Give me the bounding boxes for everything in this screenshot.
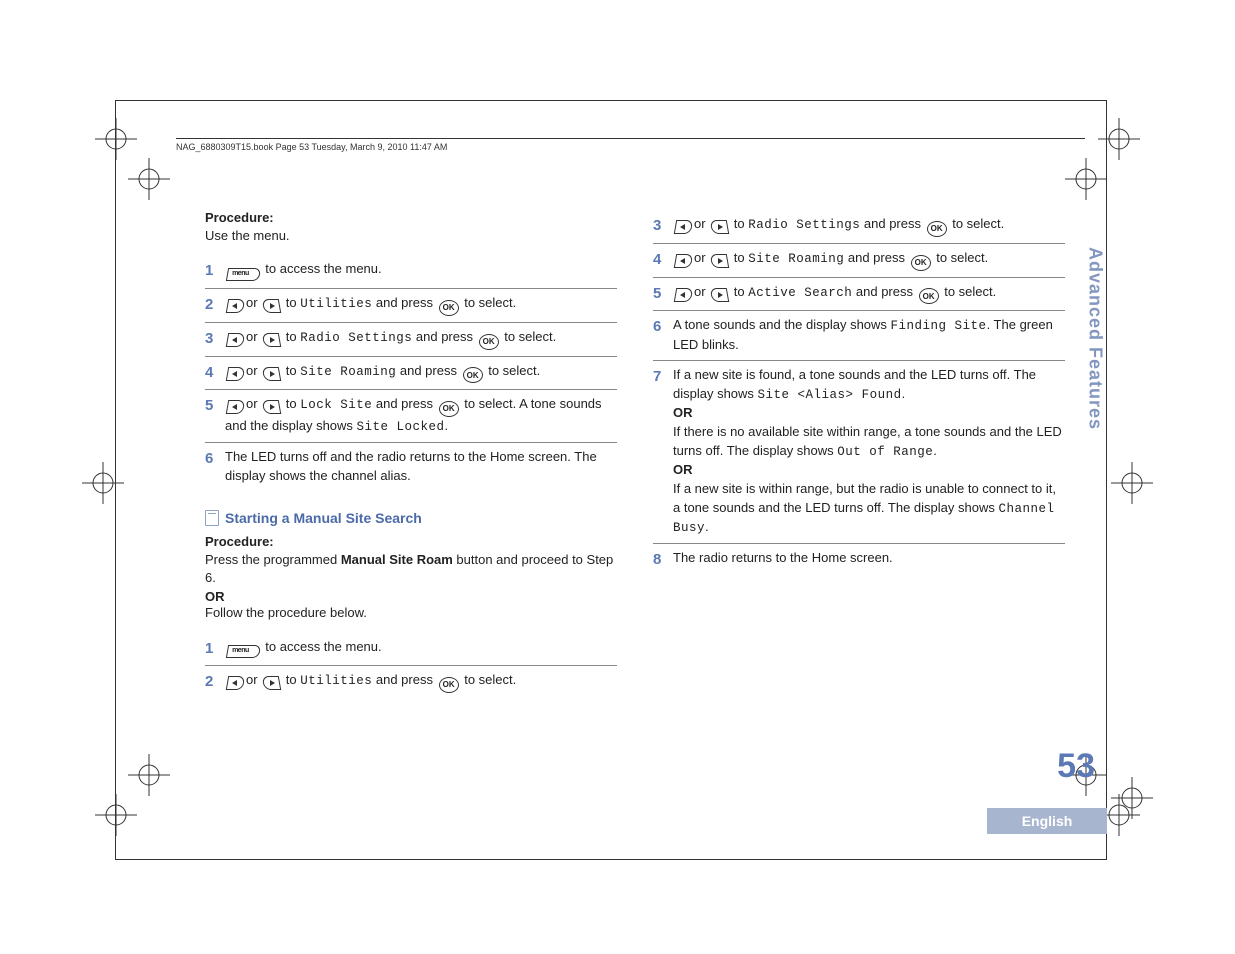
left-nav-button-icon xyxy=(674,288,693,302)
step-item: 1menu to access the menu. xyxy=(205,255,617,289)
procedure-2-line1: Press the programmed Manual Site Roam bu… xyxy=(205,551,617,587)
step-body: The radio returns to the Home screen. xyxy=(673,549,1065,568)
right-nav-button-icon xyxy=(262,333,281,347)
step-number: 2 xyxy=(205,294,225,316)
crop-mark-icon xyxy=(128,158,170,200)
step-item: 4or to Site Roaming and press OK to sele… xyxy=(653,244,1065,278)
step-item: 1menu to access the menu. xyxy=(205,633,617,667)
step-item: 6The LED turns off and the radio returns… xyxy=(205,443,617,492)
left-nav-button-icon xyxy=(226,400,245,414)
content-columns: Procedure: Use the menu. 1menu to access… xyxy=(205,210,1065,699)
procedure-intro: Use the menu. xyxy=(205,227,617,245)
crop-mark-icon xyxy=(1098,118,1140,160)
header-text: NAG_6880309T15.book Page 53 Tuesday, Mar… xyxy=(176,142,447,152)
step-body: or to Utilities and press OK to select. xyxy=(225,294,617,316)
step-body: or to Site Roaming and press OK to selec… xyxy=(225,362,617,384)
ok-button-icon: OK xyxy=(439,401,459,417)
crop-mark-icon xyxy=(82,462,124,504)
step-body: or to Radio Settings and press OK to sel… xyxy=(225,328,617,350)
or-separator: OR xyxy=(205,589,617,604)
step-number: 4 xyxy=(205,362,225,384)
step-number: 5 xyxy=(205,395,225,417)
document-icon xyxy=(205,510,219,526)
step-number: 6 xyxy=(205,448,225,470)
procedure-heading: Procedure: xyxy=(205,210,617,225)
step-number: 5 xyxy=(653,283,673,305)
step-number: 3 xyxy=(205,328,225,350)
procedure-2-line2: Follow the procedure below. xyxy=(205,604,617,622)
right-nav-button-icon xyxy=(262,400,281,414)
step-body: or to Utilities and press OK to select. xyxy=(225,671,617,693)
left-nav-button-icon xyxy=(226,333,245,347)
step-number: 7 xyxy=(653,366,673,388)
step-body: or to Lock Site and press OK to select. … xyxy=(225,395,617,436)
left-column: Procedure: Use the menu. 1menu to access… xyxy=(205,210,617,699)
step-number: 3 xyxy=(653,215,673,237)
step-number: 2 xyxy=(205,671,225,693)
step-number: 1 xyxy=(205,638,225,660)
step-item: 5or to Lock Site and press OK to select.… xyxy=(205,390,617,443)
step-item: 2or to Utilities and press OK to select. xyxy=(205,666,617,699)
step-body: or to Site Roaming and press OK to selec… xyxy=(673,249,1065,271)
step-number: 1 xyxy=(205,260,225,282)
step-body: A tone sounds and the display shows Find… xyxy=(673,316,1065,354)
step-item: 6A tone sounds and the display shows Fin… xyxy=(653,311,1065,361)
page-number: 53 xyxy=(1057,747,1095,786)
right-nav-button-icon xyxy=(710,254,729,268)
ok-button-icon: OK xyxy=(463,367,483,383)
left-nav-button-icon xyxy=(226,367,245,381)
ok-button-icon: OK xyxy=(479,334,499,350)
crop-mark-icon xyxy=(1111,462,1153,504)
step-body: or to Radio Settings and press OK to sel… xyxy=(673,215,1065,237)
step-item: 8The radio returns to the Home screen. xyxy=(653,544,1065,577)
ok-button-icon: OK xyxy=(911,255,931,271)
step-body: or to Active Search and press OK to sele… xyxy=(673,283,1065,305)
left-nav-button-icon xyxy=(674,254,693,268)
crop-mark-icon xyxy=(1065,158,1107,200)
crop-mark-icon xyxy=(95,118,137,160)
section-tab: Advanced Features xyxy=(1083,247,1107,483)
step-item: 5or to Active Search and press OK to sel… xyxy=(653,278,1065,312)
right-column: 3or to Radio Settings and press OK to se… xyxy=(653,210,1065,699)
ok-button-icon: OK xyxy=(439,677,459,693)
step-list-2: 1menu to access the menu.2or to Utilitie… xyxy=(205,633,617,700)
step-body: The LED turns off and the radio returns … xyxy=(225,448,617,486)
ok-button-icon: OK xyxy=(919,288,939,304)
crop-mark-icon xyxy=(128,754,170,796)
header-rule xyxy=(176,138,1085,139)
ok-button-icon: OK xyxy=(927,221,947,237)
language-label: English xyxy=(987,808,1107,834)
step-number: 6 xyxy=(653,316,673,338)
right-nav-button-icon xyxy=(262,299,281,313)
right-nav-button-icon xyxy=(262,676,281,690)
step-item: 7If a new site is found, a tone sounds a… xyxy=(653,361,1065,544)
step-item: 3or to Radio Settings and press OK to se… xyxy=(205,323,617,357)
step-body: menu to access the menu. xyxy=(225,638,617,659)
left-nav-button-icon xyxy=(226,299,245,313)
ok-button-icon: OK xyxy=(439,300,459,316)
right-nav-button-icon xyxy=(710,288,729,302)
step-list-1: 1menu to access the menu.2or to Utilitie… xyxy=(205,255,617,492)
crop-mark-icon xyxy=(1111,777,1153,819)
procedure-heading-2: Procedure: xyxy=(205,534,617,549)
step-body: menu to access the menu. xyxy=(225,260,617,281)
menu-button-icon: menu xyxy=(226,268,261,281)
step-item: 4or to Site Roaming and press OK to sele… xyxy=(205,357,617,391)
step-body: If a new site is found, a tone sounds an… xyxy=(673,366,1065,537)
step-number: 8 xyxy=(653,549,673,571)
subheading-text: Starting a Manual Site Search xyxy=(225,510,422,526)
step-item: 2or to Utilities and press OK to select. xyxy=(205,289,617,323)
crop-mark-icon xyxy=(95,794,137,836)
step-item: 3or to Radio Settings and press OK to se… xyxy=(653,210,1065,244)
left-nav-button-icon xyxy=(226,676,245,690)
menu-button-icon: menu xyxy=(226,645,261,658)
step-number: 4 xyxy=(653,249,673,271)
right-nav-button-icon xyxy=(710,220,729,234)
left-nav-button-icon xyxy=(674,220,693,234)
subheading: Starting a Manual Site Search xyxy=(205,510,617,526)
step-list-3: 3or to Radio Settings and press OK to se… xyxy=(653,210,1065,577)
right-nav-button-icon xyxy=(262,367,281,381)
